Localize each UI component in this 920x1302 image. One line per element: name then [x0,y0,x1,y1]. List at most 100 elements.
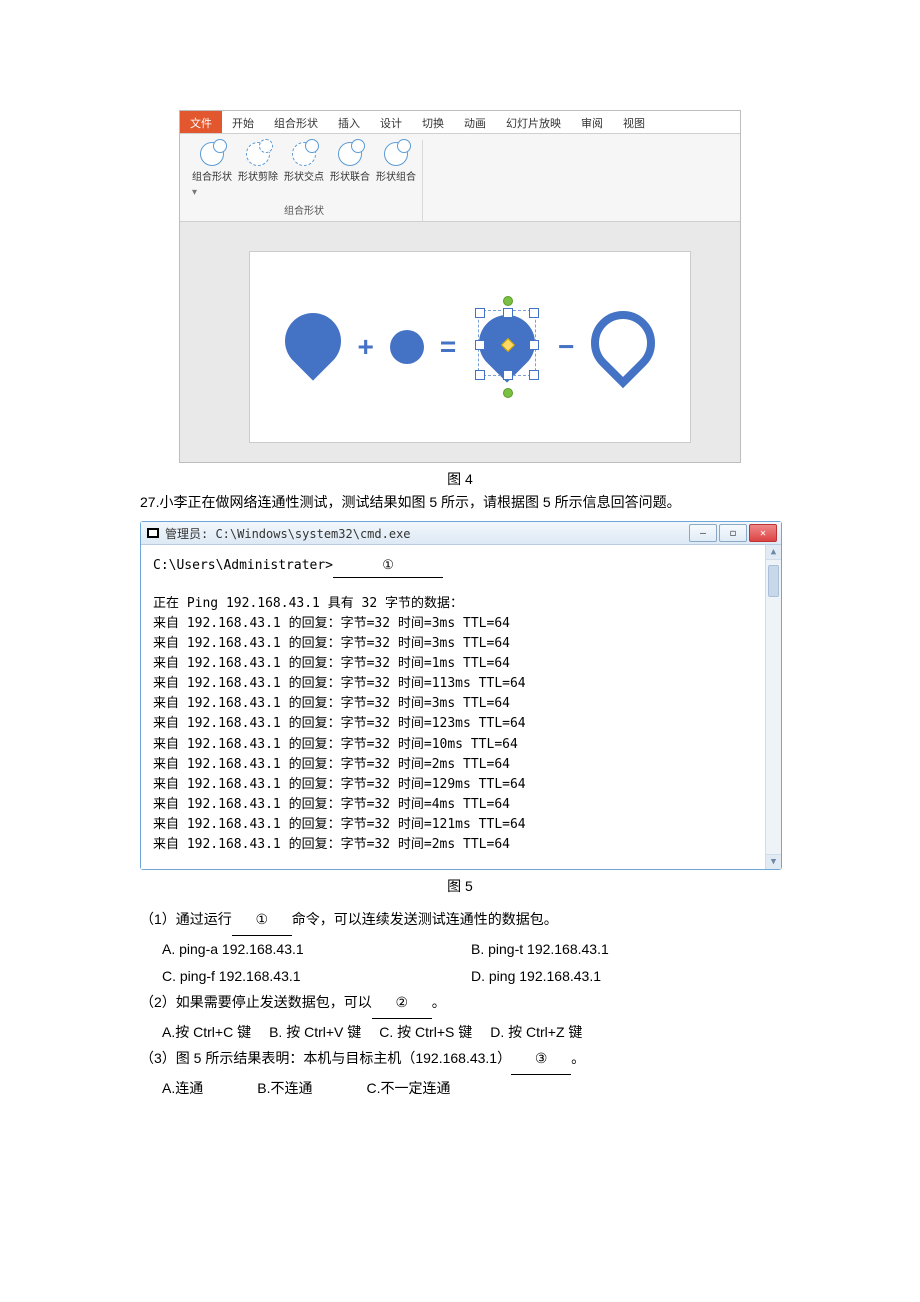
scroll-up-icon[interactable]: ▲ [766,545,781,560]
ribbon-btn-label: 形状联合 [330,168,370,183]
ppt-canvas: + = − [180,222,740,462]
cmd-reply-line: 来自 192.168.43.1 的回复：字节=32 时间=2ms TTL=64 [153,755,753,775]
minimize-button[interactable]: — [689,524,717,542]
cmd-reply-line: 来自 192.168.43.1 的回复：字节=32 时间=3ms TTL=64 [153,694,753,714]
ribbon-btn-label: 组合形状 [192,168,232,183]
q3-opt-c: C.不一定连通 [366,1075,450,1102]
q2-opt-a: A.按 Ctrl+C 键 [162,1019,251,1046]
ppt-tab-view[interactable]: 视图 [613,111,655,133]
union-icon [338,142,362,166]
ppt-tab-insert[interactable]: 插入 [328,111,370,133]
q2-stem: （2）如果需要停止发送数据包，可以②。 [140,989,780,1019]
resize-handle-icon[interactable] [475,308,485,318]
ribbon-btn-union[interactable]: 形状联合 [330,142,370,183]
ppt-tab-slideshow[interactable]: 幻灯片放映 [496,111,571,133]
ribbon-btn-intersect[interactable]: 形状交点 [284,142,324,183]
cmd-scrollbar[interactable]: ▲ ▼ [765,545,781,869]
combine-icon [200,142,224,166]
rotate-handle-icon[interactable] [503,296,513,306]
ppt-window: 文件 开始 组合形状 插入 设计 切换 动画 幻灯片放映 审阅 视图 组合形状 [179,110,741,463]
cmd-reply-line: 来自 192.168.43.1 的回复：字节=32 时间=121ms TTL=6… [153,815,753,835]
shape-teardrop[interactable] [285,319,341,375]
resize-handle-icon[interactable] [475,370,485,380]
rotate-handle-icon[interactable] [503,388,513,398]
ribbon-btn-label: 形状交点 [284,168,324,183]
ribbon-btn-combine[interactable]: 组合形状 [192,142,232,183]
scroll-thumb[interactable] [768,565,779,597]
cmd-reply-line: 来自 192.168.43.1 的回复：字节=32 时间=3ms TTL=64 [153,614,753,634]
q1-blank: ① [232,906,292,936]
scroll-down-icon[interactable]: ▼ [766,854,781,869]
ppt-ribbon: 组合形状 形状剪除 形状交点 形状联合 [180,134,740,222]
question-27-intro: 27.小李正在做网络连通性测试，测试结果如图 5 所示，请根据图 5 所示信息回… [140,491,780,513]
figure5-caption: 图 5 [140,876,780,896]
cmd-prompt: C:\Users\Administrater> [153,558,333,573]
ppt-tab-animation[interactable]: 动画 [454,111,496,133]
q1-opt-b: B. ping-t 192.168.43.1 [471,936,780,963]
resize-handle-icon[interactable] [529,308,539,318]
q1-stem: （1）通过运行①命令，可以连续发送测试连通性的数据包。 [140,906,780,936]
cmd-reply-line: 来自 192.168.43.1 的回复：字节=32 时间=113ms TTL=6… [153,674,753,694]
ribbon-btn-label: 形状组合 [376,168,416,183]
minus-icon: − [558,331,574,363]
q2-options: A.按 Ctrl+C 键 B. 按 Ctrl+V 键 C. 按 Ctrl+S 键… [140,1019,780,1046]
ribbon-dropdown-icon[interactable]: ▾ [190,185,203,200]
ppt-tab-home[interactable]: 开始 [222,111,264,133]
q1-options: A. ping-a 192.168.43.1 B. ping-t 192.168… [140,936,780,989]
ribbon-btn-label: 形状剪除 [238,168,278,183]
shape-selected-pin[interactable] [472,302,542,392]
q3-blank: ③ [511,1045,571,1075]
q1-opt-a: A. ping-a 192.168.43.1 [162,936,471,963]
ppt-tab-design[interactable]: 设计 [370,111,412,133]
figure4-caption: 图 4 [140,469,780,489]
ribbon-btn-subtract[interactable]: 形状剪除 [238,142,278,183]
cmd-reply-line: 来自 192.168.43.1 的回复：字节=32 时间=1ms TTL=64 [153,654,753,674]
q3-opt-a: A.连通 [162,1075,203,1102]
ppt-tab-review[interactable]: 审阅 [571,111,613,133]
cmd-reply-line: 来自 192.168.43.1 的回复：字节=32 时间=10ms TTL=64 [153,735,753,755]
subtract-icon [246,142,270,166]
resize-handle-icon[interactable] [475,340,485,350]
intersect-icon [292,142,316,166]
ppt-tab-combine[interactable]: 组合形状 [264,111,328,133]
plus-icon: + [357,331,373,363]
resize-handle-icon[interactable] [529,340,539,350]
maximize-button[interactable]: ◻ [719,524,747,542]
cmd-ping-header: 正在 Ping 192.168.43.1 具有 32 字节的数据： [153,594,753,614]
questions-block: （1）通过运行①命令，可以连续发送测试连通性的数据包。 A. ping-a 19… [140,906,780,1101]
q3-options: A.连通 B.不连通 C.不一定连通 [140,1075,780,1102]
ribbon-group-combine: 组合形状 形状剪除 形状交点 形状联合 [186,140,423,221]
cmd-title-text: 管理员: C:\Windows\system32\cmd.exe [165,525,411,542]
shape-circle[interactable] [390,330,424,364]
ppt-tab-file[interactable]: 文件 [180,111,222,133]
q3-stem: （3）图 5 所示结果表明：本机与目标主机（192.168.43.1）③。 [140,1045,780,1075]
cmd-reply-line: 来自 192.168.43.1 的回复：字节=32 时间=2ms TTL=64 [153,835,753,855]
cmd-reply-line: 来自 192.168.43.1 的回复：字节=32 时间=4ms TTL=64 [153,795,753,815]
slide: + = − [250,252,690,442]
cmd-titlebar: 管理员: C:\Windows\system32\cmd.exe — ◻ ✕ [141,522,781,545]
q1-opt-c: C. ping-f 192.168.43.1 [162,963,471,990]
ribbon-group-label: 组合形状 [190,200,418,219]
cmd-blank-1: ① [333,555,443,577]
ppt-tab-strip: 文件 开始 组合形状 插入 设计 切换 动画 幻灯片放映 审阅 视图 [180,111,740,134]
ppt-tab-transition[interactable]: 切换 [412,111,454,133]
cmd-output: C:\Users\Administrater>① 正在 Ping 192.168… [141,545,765,869]
q2-blank: ② [372,989,432,1019]
resize-handle-icon[interactable] [529,370,539,380]
cmd-reply-line: 来自 192.168.43.1 的回复：字节=32 时间=129ms TTL=6… [153,775,753,795]
cmd-reply-line: 来自 192.168.43.1 的回复：字节=32 时间=3ms TTL=64 [153,634,753,654]
shape-pin-outline[interactable] [591,315,655,379]
close-button[interactable]: ✕ [749,524,777,542]
q2-opt-d: D. 按 Ctrl+Z 键 [490,1019,582,1046]
resize-handle-icon[interactable] [503,308,513,318]
ribbon-btn-group[interactable]: 形状组合 [376,142,416,183]
q3-opt-b: B.不连通 [257,1075,312,1102]
q2-opt-c: C. 按 Ctrl+S 键 [379,1019,472,1046]
cmd-reply-line: 来自 192.168.43.1 的回复：字节=32 时间=123ms TTL=6… [153,714,753,734]
q1-opt-d: D. ping 192.168.43.1 [471,963,780,990]
q2-opt-b: B. 按 Ctrl+V 键 [269,1019,361,1046]
cmd-icon [147,528,159,538]
cmd-window: 管理员: C:\Windows\system32\cmd.exe — ◻ ✕ C… [140,521,782,870]
resize-handle-icon[interactable] [503,370,513,380]
equals-icon: = [440,331,456,363]
